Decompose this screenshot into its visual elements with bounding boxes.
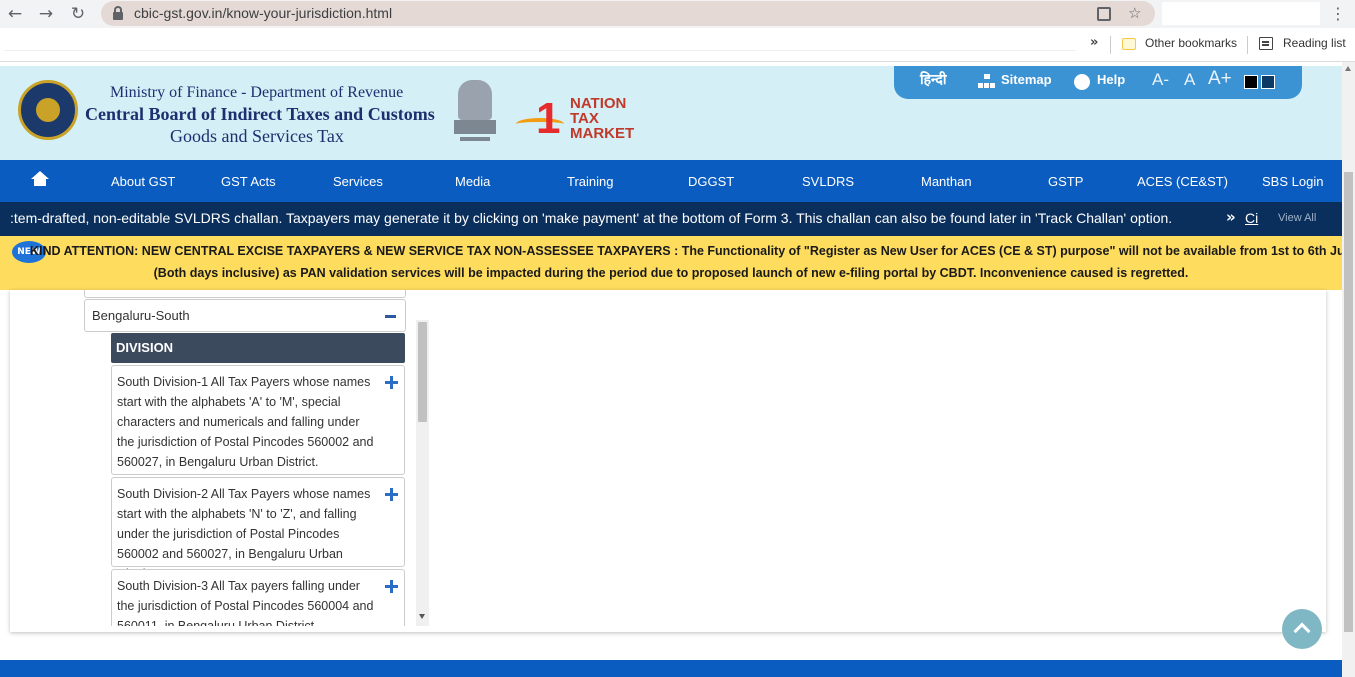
gst-logo-line1: NATION — [570, 95, 627, 112]
nav-services[interactable]: Services — [333, 174, 383, 189]
nav-dggst[interactable]: DGGST — [688, 174, 734, 189]
ticker-arrow-icon: » — [1226, 208, 1236, 226]
nav-sbs-login[interactable]: SBS Login — [1262, 174, 1323, 189]
division-description: South Division-1 All Tax Payers whose na… — [117, 375, 374, 469]
hindi-link[interactable]: हिन्दी — [920, 70, 946, 89]
gst-logo-line3: MARKET — [570, 125, 635, 142]
qr-icon[interactable] — [1097, 7, 1111, 21]
list-scrollbar-thumb[interactable] — [418, 322, 427, 422]
division-item[interactable]: South Division-1 All Tax Payers whose na… — [111, 365, 405, 475]
font-increase-button[interactable]: A+ — [1208, 68, 1232, 90]
main-navigation: About GST GST Acts Services Media Traini… — [0, 160, 1342, 202]
jurisdiction-panel: Bengaluru-South DIVISION South Division-… — [10, 290, 1326, 632]
reading-list-icon — [1259, 37, 1273, 50]
expand-icon[interactable] — [385, 488, 398, 501]
forward-icon[interactable]: → — [36, 4, 56, 24]
attention-alert: NEW KIND ATTENTION: NEW CENTRAL EXCISE T… — [0, 236, 1355, 290]
reload-icon[interactable]: ↻ — [68, 4, 88, 24]
ticker-link[interactable]: Ci — [1245, 210, 1258, 226]
bookmarks-divider — [1110, 36, 1111, 54]
footer-band — [0, 660, 1342, 677]
expand-icon[interactable] — [385, 376, 398, 389]
star-icon[interactable]: ☆ — [1128, 4, 1141, 22]
nav-manthan[interactable]: Manthan — [921, 174, 972, 189]
scroll-up-icon[interactable] — [1345, 66, 1351, 71]
alert-line-2: (Both days inclusive) as PAN validation … — [153, 266, 1189, 280]
scroll-down-icon[interactable] — [419, 614, 425, 619]
expand-icon[interactable] — [385, 580, 398, 593]
lock-icon[interactable] — [113, 6, 123, 20]
commissionerate-item[interactable]: Bengaluru-South — [84, 299, 406, 332]
help-link[interactable]: Help — [1097, 72, 1125, 87]
gst-logo-numeral: 1 — [536, 94, 561, 143]
sitemap-icon — [978, 74, 996, 90]
division-item[interactable]: South Division-3 All Tax payers falling … — [111, 569, 405, 626]
view-all-link[interactable]: View All — [1278, 212, 1316, 224]
accessibility-toolbar: हिन्दी Sitemap Help A- A A+ — [894, 66, 1302, 99]
nav-about-gst[interactable]: About GST — [111, 174, 175, 189]
help-icon — [1074, 74, 1090, 90]
dark-contrast-button[interactable] — [1244, 75, 1258, 89]
page-scrollbar-thumb[interactable] — [1344, 172, 1353, 632]
list-scrollbar[interactable] — [416, 320, 429, 626]
collapse-icon[interactable] — [385, 315, 396, 318]
font-normal-button[interactable]: A — [1184, 70, 1195, 90]
font-decrease-button[interactable]: A- — [1152, 70, 1169, 90]
ticker-text[interactable]: :tem-drafted, non-editable SVLDRS challa… — [10, 210, 1172, 226]
nav-gst-acts[interactable]: GST Acts — [221, 174, 276, 189]
board-title: Central Board of Indirect Taxes and Cust… — [85, 104, 435, 124]
previous-list-item[interactable] — [84, 290, 406, 298]
division-description: South Division-3 All Tax payers falling … — [117, 579, 374, 626]
other-bookmarks-button[interactable]: Other bookmarks — [1145, 36, 1237, 50]
division-header-label: DIVISION — [116, 340, 174, 355]
jurisdiction-list[interactable]: Bengaluru-South DIVISION South Division-… — [84, 290, 406, 626]
bookmark-items — [4, 31, 1076, 51]
address-bar[interactable]: cbic-gst.gov.in/know-your-jurisdiction.h… — [101, 1, 1155, 26]
more-bookmarks-button[interactable]: » — [1090, 35, 1098, 50]
folder-icon — [1122, 38, 1136, 50]
blue-contrast-button[interactable] — [1261, 75, 1275, 89]
profile-area[interactable] — [1162, 2, 1320, 25]
home-icon[interactable] — [31, 171, 49, 187]
menu-icon[interactable]: ⋮ — [1330, 4, 1346, 23]
browser-toolbar: ← → ↻ cbic-gst.gov.in/know-your-jurisdic… — [0, 0, 1355, 28]
one-nation-one-tax-logo[interactable]: 1 NATION TAX MARKET — [516, 96, 656, 146]
division-item[interactable]: South Division-2 All Tax Payers whose na… — [111, 477, 405, 581]
alert-line-1: KIND ATTENTION: NEW CENTRAL EXCISE TAXPA… — [30, 244, 1355, 258]
nav-svldrs[interactable]: SVLDRS — [802, 174, 854, 189]
cbic-emblem-logo[interactable] — [18, 80, 78, 140]
back-to-top-icon[interactable] — [1282, 609, 1322, 649]
url-text[interactable]: cbic-gst.gov.in/know-your-jurisdiction.h… — [134, 5, 392, 21]
ministry-title: Ministry of Finance - Department of Reve… — [110, 84, 404, 101]
nav-aces[interactable]: ACES (CE&ST) — [1137, 174, 1228, 189]
sitemap-link[interactable]: Sitemap — [1001, 72, 1052, 87]
gst-title: Goods and Services Tax — [170, 126, 344, 146]
bookmarks-divider — [1247, 36, 1248, 54]
division-header: DIVISION — [111, 333, 405, 363]
page-scrollbar[interactable] — [1342, 62, 1355, 677]
gst-logo-line2: TAX — [570, 110, 599, 127]
news-ticker: :tem-drafted, non-editable SVLDRS challa… — [0, 202, 1342, 236]
back-icon[interactable]: ← — [5, 4, 25, 24]
nav-media[interactable]: Media — [455, 174, 490, 189]
nav-training[interactable]: Training — [567, 174, 613, 189]
nav-gstp[interactable]: GSTP — [1048, 174, 1083, 189]
reading-list-button[interactable]: Reading list — [1283, 36, 1346, 50]
commissionerate-label: Bengaluru-South — [92, 308, 190, 323]
national-emblem-logo — [452, 80, 498, 146]
bookmarks-bar: » Other bookmarks Reading list — [0, 28, 1355, 62]
